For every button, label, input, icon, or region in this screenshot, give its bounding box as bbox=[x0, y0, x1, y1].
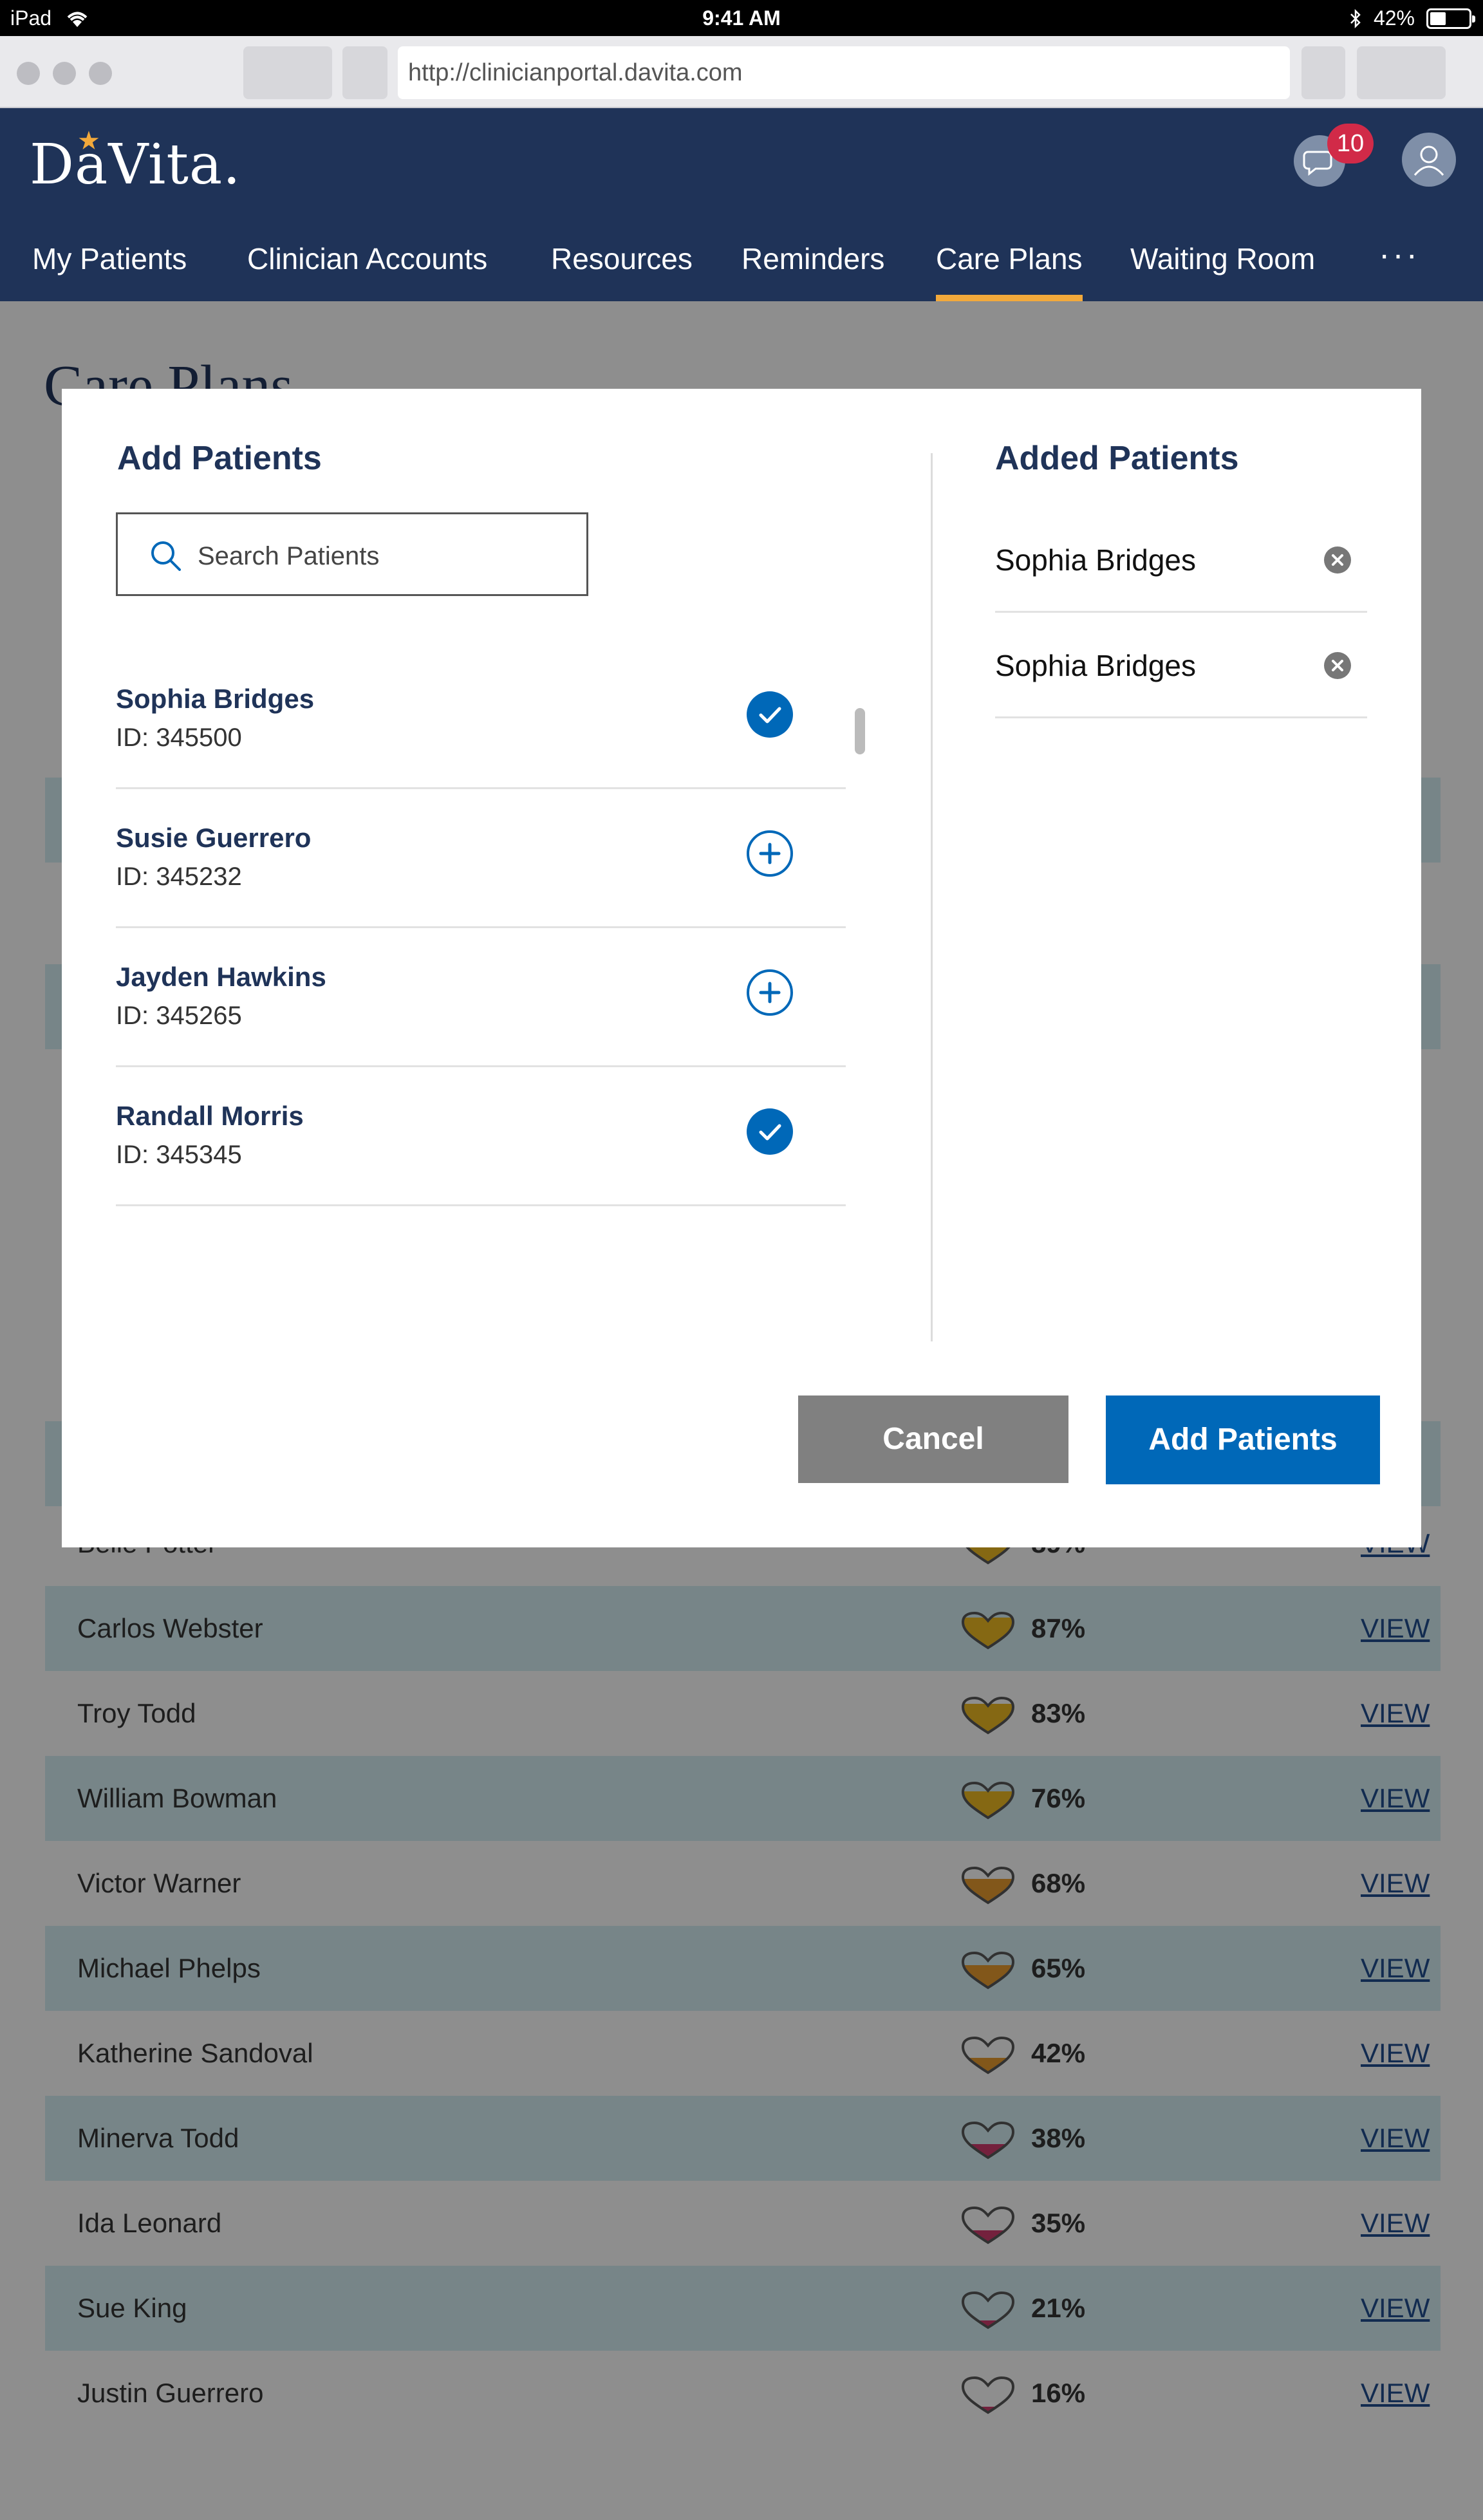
browser-back-button[interactable] bbox=[243, 46, 332, 99]
url-bar[interactable]: http://clinicianportal.davita.com bbox=[398, 46, 1290, 99]
check-icon[interactable] bbox=[745, 690, 794, 739]
browser-share-button[interactable] bbox=[1301, 46, 1345, 99]
search-icon bbox=[151, 541, 181, 571]
logo-star-icon: ★ bbox=[77, 127, 100, 155]
bluetooth-icon bbox=[1350, 8, 1361, 28]
nav-waiting-room[interactable]: Waiting Room bbox=[1130, 236, 1315, 282]
patient-id: ID: 345265 bbox=[116, 1002, 242, 1030]
add-patients-button[interactable]: Add Patients bbox=[1106, 1395, 1380, 1484]
check-icon[interactable] bbox=[745, 1107, 794, 1156]
nav-my-patients[interactable]: My Patients bbox=[32, 236, 187, 282]
modal-divider bbox=[931, 453, 933, 1341]
window-close-button[interactable] bbox=[17, 62, 40, 85]
added-patient-name: Sophia Bridges bbox=[995, 543, 1196, 577]
davita-logo[interactable]: DaVita. bbox=[30, 133, 241, 197]
added-patients-title: Added Patients bbox=[995, 440, 1239, 477]
browser-tabs-button[interactable] bbox=[1357, 46, 1446, 99]
patient-id: ID: 345500 bbox=[116, 723, 242, 752]
add-patients-title: Add Patients bbox=[117, 440, 322, 477]
browser-chrome: http://clinicianportal.davita.com bbox=[0, 36, 1483, 108]
patient-name: Susie Guerrero bbox=[116, 823, 312, 853]
user-avatar[interactable] bbox=[1402, 133, 1456, 187]
battery-percent: 42% bbox=[1373, 6, 1415, 30]
notification-badge: 10 bbox=[1327, 124, 1374, 163]
list-item[interactable]: Randall Morris ID: 345345 bbox=[116, 1067, 846, 1206]
patient-name: Jayden Hawkins bbox=[116, 962, 326, 992]
add-patients-modal: Add Patients Search Patients Sophia Brid… bbox=[62, 389, 1421, 1547]
patient-list-scrollbar[interactable] bbox=[855, 708, 865, 754]
nav-reminders[interactable]: Reminders bbox=[742, 236, 884, 282]
patient-name: Randall Morris bbox=[116, 1101, 304, 1131]
list-item[interactable]: Susie Guerrero ID: 345232 bbox=[116, 789, 846, 928]
nav-more-icon[interactable]: ··· bbox=[1379, 236, 1420, 274]
added-patient-item: Sophia Bridges bbox=[995, 507, 1367, 613]
add-icon[interactable] bbox=[745, 968, 794, 1017]
window-maximize-button[interactable] bbox=[89, 62, 112, 85]
user-icon bbox=[1413, 145, 1444, 176]
patient-name: Sophia Bridges bbox=[116, 684, 315, 714]
added-patient-name: Sophia Bridges bbox=[995, 649, 1196, 682]
search-placeholder: Search Patients bbox=[198, 542, 380, 570]
patient-id: ID: 345232 bbox=[116, 863, 242, 891]
remove-icon[interactable] bbox=[1323, 651, 1352, 680]
search-patients-input[interactable]: Search Patients bbox=[116, 512, 588, 596]
list-item[interactable]: Jayden Hawkins ID: 345265 bbox=[116, 928, 846, 1067]
cancel-button[interactable]: Cancel bbox=[798, 1395, 1068, 1483]
added-patient-item: Sophia Bridges bbox=[995, 613, 1367, 718]
patient-id: ID: 345345 bbox=[116, 1141, 242, 1169]
nav-resources[interactable]: Resources bbox=[551, 236, 693, 282]
battery-icon bbox=[1426, 8, 1475, 29]
status-time: 9:41 AM bbox=[702, 6, 781, 30]
main-nav: My Patients Clinician Accounts Resources… bbox=[0, 236, 1483, 301]
browser-forward-button[interactable] bbox=[342, 46, 387, 99]
window-minimize-button[interactable] bbox=[53, 62, 76, 85]
nav-clinician-accounts[interactable]: Clinician Accounts bbox=[247, 236, 487, 282]
add-icon[interactable] bbox=[745, 829, 794, 878]
app-header: DaVita. ★ 10 My Patients Clinician Accou… bbox=[0, 108, 1483, 301]
nav-care-plans[interactable]: Care Plans bbox=[936, 236, 1083, 301]
remove-icon[interactable] bbox=[1323, 546, 1352, 574]
list-item[interactable]: Sophia Bridges ID: 345500 bbox=[116, 650, 846, 789]
battery-fill bbox=[1430, 12, 1446, 25]
status-bar: iPad 9:41 AM 42% bbox=[0, 0, 1483, 36]
